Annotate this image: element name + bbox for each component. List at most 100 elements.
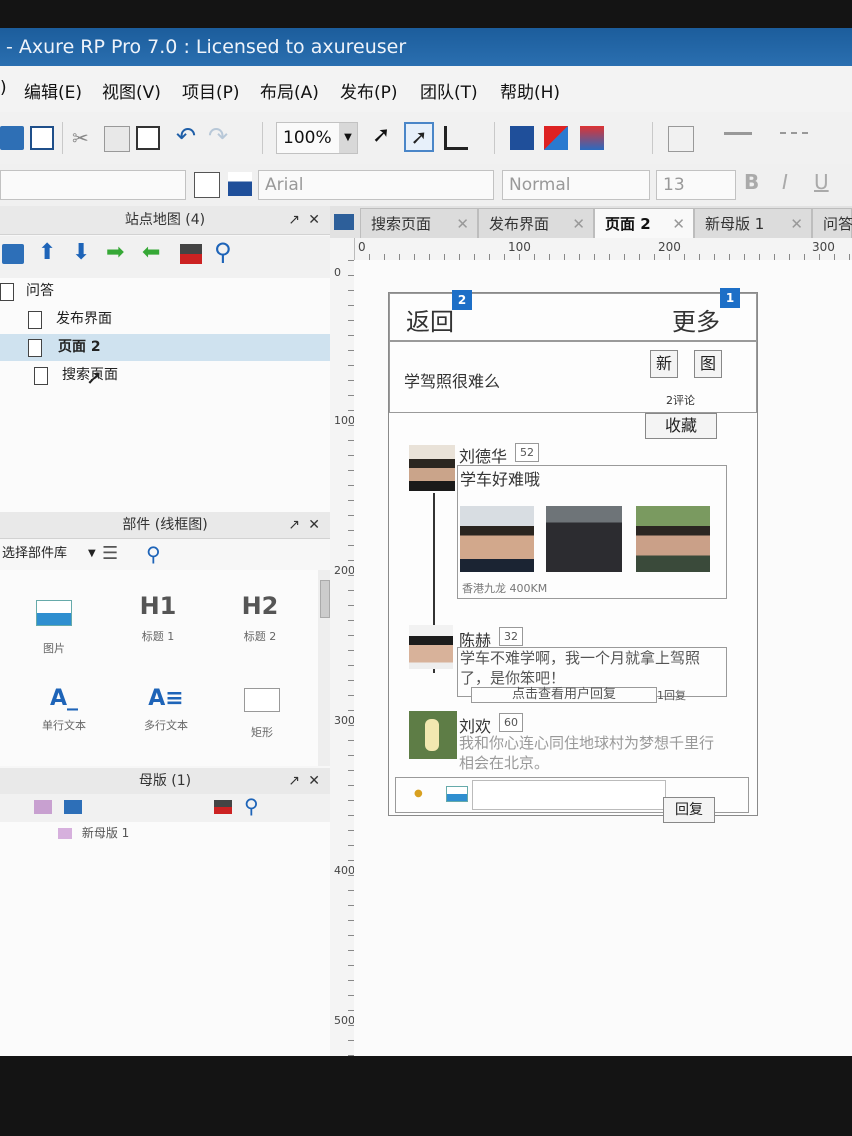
favorite-button[interactable]: 收藏 xyxy=(645,413,717,439)
menu-item-team[interactable]: 团队(T) xyxy=(420,78,478,103)
paste-icon[interactable] xyxy=(136,126,160,150)
italic-button[interactable]: I xyxy=(782,170,788,194)
emoji-icon[interactable]: ● xyxy=(414,788,423,799)
indent-icon[interactable]: ➡ xyxy=(106,240,124,265)
tab-search-page[interactable]: 搜索页面 ✕ xyxy=(360,208,478,238)
widget-rectangle[interactable]: 矩形 xyxy=(222,688,302,740)
more-label[interactable]: 更多 xyxy=(672,302,720,337)
avatar[interactable] xyxy=(409,625,453,669)
fill-color-icon[interactable] xyxy=(668,126,694,152)
chevron-down-icon[interactable]: ▼ xyxy=(88,540,96,568)
search-icon[interactable]: ⚲ xyxy=(244,794,259,818)
preview-icon[interactable] xyxy=(510,126,534,150)
tab-master-1[interactable]: 新母版 1 ✕ xyxy=(694,208,812,238)
post-author[interactable]: 刘德华 xyxy=(459,443,507,467)
view-replies-link[interactable]: 点击查看用户回复 xyxy=(471,687,657,703)
sitemap-page-publish[interactable]: 发布界面 xyxy=(0,306,330,333)
post-photo[interactable] xyxy=(636,506,710,572)
pin-icon[interactable]: ↗ xyxy=(288,768,300,794)
sitemap-page-wenda[interactable]: 问答 xyxy=(0,278,330,305)
menu-item-publish[interactable]: 发布(P) xyxy=(340,78,398,103)
tab-publish-page[interactable]: 发布界面 ✕ xyxy=(478,208,594,238)
add-folder-icon[interactable] xyxy=(2,244,24,264)
copy-icon[interactable] xyxy=(104,126,130,152)
redo-icon[interactable]: ↷ xyxy=(208,124,232,148)
close-tab-icon[interactable]: ✕ xyxy=(672,209,685,239)
style-select[interactable] xyxy=(0,170,186,200)
widget-image[interactable]: 图片 xyxy=(14,600,94,656)
add-master-icon[interactable] xyxy=(34,800,52,814)
font-family-select[interactable]: Arial xyxy=(258,170,494,200)
outdent-icon[interactable]: ⬅ xyxy=(142,240,160,265)
tab-list-icon[interactable] xyxy=(334,214,354,230)
move-down-icon[interactable]: ⬇ xyxy=(72,240,90,265)
menu-item-project[interactable]: 项目(P) xyxy=(182,78,240,103)
question-card[interactable]: 学驾照很难么 新 图 2评论 xyxy=(389,341,757,413)
brush-icon[interactable] xyxy=(228,172,252,196)
pin-icon[interactable]: ↗ xyxy=(288,206,300,234)
zoom-select[interactable]: 100% ▼ xyxy=(276,122,358,154)
image-tag[interactable]: 图 xyxy=(694,350,722,378)
widget-text-area[interactable]: A≡ 多行文本 xyxy=(126,686,206,733)
line-weight-icon[interactable] xyxy=(724,132,752,135)
add-folder-icon[interactable] xyxy=(64,800,82,814)
widget-library-select[interactable]: 选择部件库 xyxy=(2,540,67,568)
reply-input[interactable] xyxy=(472,780,666,810)
menu-item-file-fragment[interactable]: ) xyxy=(0,78,7,98)
menu-item-view[interactable]: 视图(V) xyxy=(102,78,161,103)
close-icon[interactable]: ✕ xyxy=(308,768,320,794)
undo-icon[interactable]: ↶ xyxy=(176,124,200,148)
close-tab-icon[interactable]: ✕ xyxy=(572,209,585,239)
underline-button[interactable]: U xyxy=(814,170,829,194)
search-icon[interactable]: ⚲ xyxy=(214,238,232,266)
tab-wenda[interactable]: 问答 xyxy=(812,208,852,238)
move-up-icon[interactable]: ⬆ xyxy=(38,240,56,265)
select-contained-icon[interactable]: ➚ xyxy=(404,122,434,152)
post-photo[interactable] xyxy=(546,506,622,572)
avatar[interactable] xyxy=(409,711,457,759)
menu-item-layout[interactable]: 布局(A) xyxy=(260,78,319,103)
line-style-icon[interactable] xyxy=(780,132,808,137)
mockup-header[interactable]: 返回 2 更多 1 xyxy=(389,288,757,341)
back-label[interactable]: 返回 xyxy=(406,302,454,337)
connector-icon[interactable] xyxy=(444,126,468,150)
image-icon[interactable] xyxy=(446,786,468,802)
widget-heading1[interactable]: H1 标题 1 xyxy=(118,592,198,644)
publish-icon[interactable] xyxy=(580,126,604,150)
menu-item-edit[interactable]: 编辑(E) xyxy=(24,78,82,103)
share-icon[interactable] xyxy=(544,126,568,150)
close-icon[interactable]: ✕ xyxy=(308,206,320,234)
menu-item-help[interactable]: 帮助(H) xyxy=(500,78,560,103)
format-painter-icon[interactable] xyxy=(194,172,220,198)
widget-heading2[interactable]: H2 标题 2 xyxy=(220,592,300,644)
sitemap-page-search[interactable]: 搜索页面 ➚ xyxy=(0,362,330,389)
font-style-select[interactable]: Normal xyxy=(502,170,650,200)
close-icon[interactable]: ✕ xyxy=(308,512,320,538)
scrollbar-thumb[interactable] xyxy=(320,580,330,618)
reply-button[interactable]: 回复 xyxy=(663,797,715,823)
master-item[interactable]: 新母版 1 xyxy=(58,824,129,841)
menu-icon[interactable]: ☰ xyxy=(102,540,118,568)
avatar[interactable] xyxy=(409,445,455,491)
widget-scrollbar[interactable] xyxy=(318,570,330,766)
open-icon[interactable] xyxy=(0,126,24,150)
font-size-select[interactable]: 13 xyxy=(656,170,736,200)
tab-page-2[interactable]: 页面 2 ✕ xyxy=(594,208,694,238)
page-label: 页面 2 xyxy=(58,339,101,355)
cut-icon[interactable]: ✂ xyxy=(72,126,96,150)
sitemap-panel: 站点地图 (4) ↗ ✕ ⬆ ⬇ ➡ ⬅ ⚲ 问答 发布界面 页面 2 搜索页面… xyxy=(0,206,331,512)
widget-text-field[interactable]: A_ 单行文本 xyxy=(24,686,104,733)
close-tab-icon[interactable]: ✕ xyxy=(790,209,803,239)
delete-master-icon[interactable] xyxy=(214,800,232,814)
search-icon[interactable]: ⚲ xyxy=(146,540,161,568)
new-tag[interactable]: 新 xyxy=(650,350,678,378)
bold-button[interactable]: B xyxy=(744,170,759,194)
sitemap-page-2-selected[interactable]: 页面 2 xyxy=(0,334,330,361)
post-photo[interactable] xyxy=(460,506,534,572)
design-canvas[interactable]: 返回 2 更多 1 学驾照很难么 新 图 2评论 收藏 刘德华 52 学车好难哦 xyxy=(354,260,852,1056)
select-intersect-icon[interactable]: ➚ xyxy=(372,124,396,148)
save-icon[interactable] xyxy=(30,126,54,150)
delete-page-icon[interactable] xyxy=(180,244,202,264)
close-tab-icon[interactable]: ✕ xyxy=(456,209,469,239)
pin-icon[interactable]: ↗ xyxy=(288,512,300,538)
